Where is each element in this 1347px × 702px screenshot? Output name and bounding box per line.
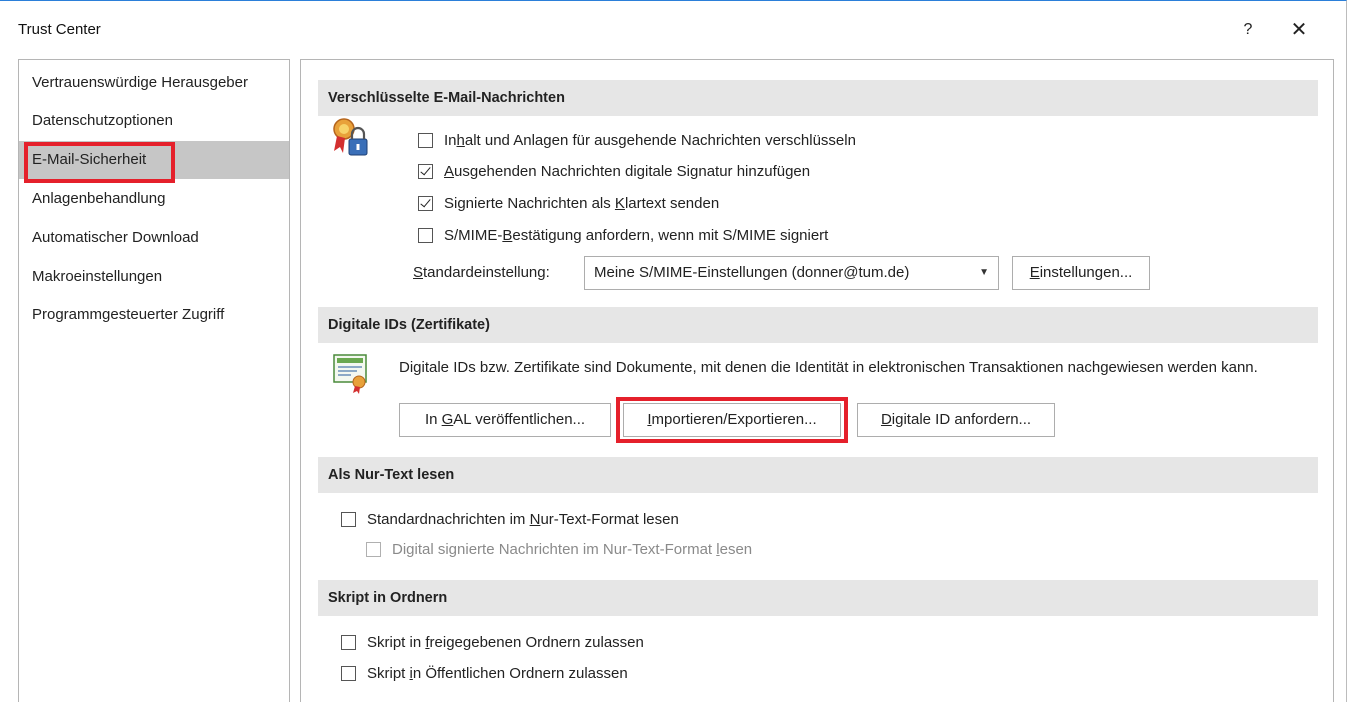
sidebar-item-programmatic-access[interactable]: Programmgesteuerter Zugriff <box>19 296 289 334</box>
smime-receipt-checkbox[interactable] <box>418 228 433 243</box>
certificate-lock-icon <box>333 118 368 156</box>
script-shared-folders-label: Skript in freigegebenen Ordnern zulassen <box>367 634 644 651</box>
sidebar-item-email-security[interactable]: E-Mail-Sicherheit <box>19 141 289 179</box>
publish-gal-button[interactable]: In GAL veröffentlichen... <box>399 403 611 437</box>
settings-button[interactable]: Einstellungen... <box>1012 256 1150 290</box>
section-header-digital-ids: Digitale IDs (Zertifikate) <box>318 307 1318 343</box>
add-signature-label: Ausgehenden Nachrichten digitale Signatu… <box>444 163 811 180</box>
add-signature-option[interactable]: Ausgehenden Nachrichten digitale Signatu… <box>418 163 810 180</box>
sidebar-item-macro-settings[interactable]: Makroeinstellungen <box>19 258 289 296</box>
clear-text-label: Signierte Nachrichten als Klartext sende… <box>444 195 720 212</box>
sidebar-item-automatic-download[interactable]: Automatischer Download <box>19 219 289 257</box>
smime-receipt-option[interactable]: S/MIME-Bestätigung anfordern, wenn mit S… <box>418 227 828 244</box>
trust-center-dialog: Trust Center ? ✕ Vertrauenswürdige Herau… <box>0 0 1347 702</box>
read-signed-plain-text-label: Digital signierte Nachrichten im Nur-Tex… <box>392 541 753 558</box>
content-pane: Verschlüsselte E-Mail-Nachrichten Inhalt… <box>300 59 1334 702</box>
read-plain-text-checkbox[interactable] <box>341 512 356 527</box>
add-signature-checkbox[interactable] <box>418 164 433 179</box>
sidebar-item-attachment-handling[interactable]: Anlagenbehandlung <box>19 180 289 218</box>
section-header-plain-text: Als Nur-Text lesen <box>318 457 1318 493</box>
default-setting-value: Meine S/MIME-Einstellungen (donner@tum.d… <box>594 264 910 281</box>
chevron-down-icon: ▼ <box>979 267 989 278</box>
dialog-title: Trust Center <box>18 21 101 38</box>
request-digital-id-button[interactable]: Digitale ID anfordern... <box>857 403 1055 437</box>
read-plain-text-label: Standardnachrichten im Nur-Text-Format l… <box>367 511 679 528</box>
sidebar-item-trusted-publishers[interactable]: Vertrauenswürdige Herausgeber <box>19 64 289 102</box>
encrypt-content-option[interactable]: Inhalt und Anlagen für ausgehende Nachri… <box>418 132 856 149</box>
import-export-button[interactable]: Importieren/Exportieren... <box>623 403 841 437</box>
sidebar: Vertrauenswürdige Herausgeber Datenschut… <box>18 59 290 702</box>
digital-ids-description: Digitale IDs bzw. Zertifikate sind Dokum… <box>399 359 1258 376</box>
section-header-scripts: Skript in Ordnern <box>318 580 1318 616</box>
read-plain-text-option[interactable]: Standardnachrichten im Nur-Text-Format l… <box>341 511 679 528</box>
script-public-folders-option[interactable]: Skript in Öffentlichen Ordnern zulassen <box>341 665 628 682</box>
certificate-icon <box>333 354 367 394</box>
script-shared-folders-checkbox[interactable] <box>341 635 356 650</box>
default-setting-label: Standardeinstellung: <box>413 264 550 281</box>
script-public-folders-label: Skript in Öffentlichen Ordnern zulassen <box>367 665 628 682</box>
script-public-folders-checkbox[interactable] <box>341 666 356 681</box>
encrypt-content-label: Inhalt und Anlagen für ausgehende Nachri… <box>444 132 856 149</box>
read-signed-plain-text-option: Digital signierte Nachrichten im Nur-Tex… <box>366 541 752 558</box>
smime-receipt-label: S/MIME-Bestätigung anfordern, wenn mit S… <box>444 227 829 244</box>
close-button[interactable]: ✕ <box>1284 15 1314 45</box>
help-button[interactable]: ? <box>1233 15 1263 45</box>
title-bar: Trust Center ? ✕ <box>0 1 1346 59</box>
sidebar-item-privacy-options[interactable]: Datenschutzoptionen <box>19 102 289 140</box>
section-header-encrypted: Verschlüsselte E-Mail-Nachrichten <box>318 80 1318 116</box>
encrypt-content-checkbox[interactable] <box>418 133 433 148</box>
clear-text-option[interactable]: Signierte Nachrichten als Klartext sende… <box>418 195 719 212</box>
script-shared-folders-option[interactable]: Skript in freigegebenen Ordnern zulassen <box>341 634 644 651</box>
default-setting-dropdown[interactable]: Meine S/MIME-Einstellungen (donner@tum.d… <box>584 256 999 290</box>
clear-text-checkbox[interactable] <box>418 196 433 211</box>
read-signed-plain-text-checkbox <box>366 542 381 557</box>
